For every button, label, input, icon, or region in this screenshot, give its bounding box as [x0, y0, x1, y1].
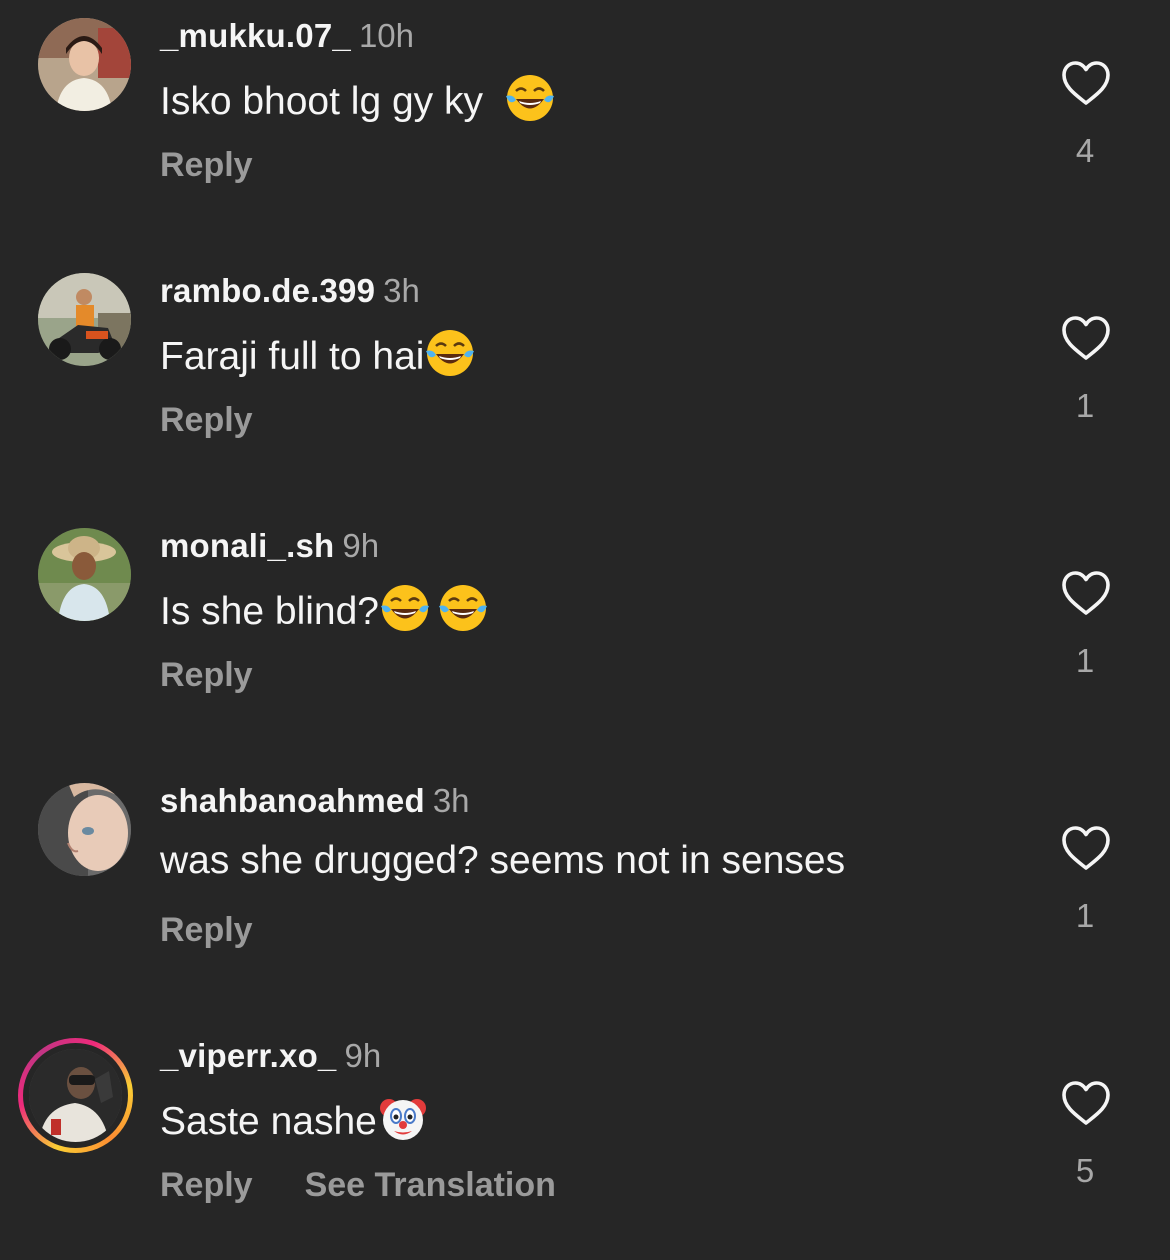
profile-photo: [38, 18, 131, 111]
timestamp: 3h: [432, 782, 470, 819]
comment-meta: _viperr.xo_ 9h: [160, 1036, 381, 1076]
comment-body: Faraji full to hai: [160, 335, 425, 378]
reply-button[interactable]: Reply: [160, 146, 253, 184]
heart-outline-icon[interactable]: [1058, 566, 1114, 622]
heart-outline-icon[interactable]: [1058, 56, 1114, 112]
comment-meta: shahbanoahmed 3h: [160, 781, 470, 821]
username[interactable]: _viperr.xo_: [160, 1037, 336, 1074]
comment-item: _viperr.xo_ 9h Saste nashe Reply See Trans…: [0, 1020, 1170, 1260]
profile-photo: [38, 528, 131, 621]
face-with-tears-of-joy-icon: [505, 75, 554, 121]
reply-button[interactable]: Reply: [160, 656, 253, 694]
face-with-tears-of-joy-icon: [380, 585, 429, 631]
comment-body: Is she blind?: [160, 590, 379, 633]
username[interactable]: shahbanoahmed: [160, 782, 425, 819]
face-with-tears-of-joy-icon: [438, 585, 487, 631]
comment-item: shahbanoahmed 3h was she drugged? seems n…: [0, 765, 1170, 1005]
avatar[interactable]: [38, 273, 131, 366]
comment-item: monali_.sh 9h Is she blind? Reply 1: [0, 510, 1170, 750]
like-count: 1: [1075, 897, 1095, 934]
comment-text: Is she blind?: [160, 582, 489, 636]
comment-actions: Reply: [160, 909, 301, 951]
username[interactable]: monali_.sh: [160, 527, 334, 564]
comment-actions: Reply: [160, 399, 301, 441]
avatar[interactable]: [38, 18, 131, 111]
like-count: 5: [1075, 1152, 1095, 1189]
like-count: 1: [1075, 642, 1095, 679]
comment-text: was she drugged? seems not in senses: [160, 837, 845, 885]
comment-meta: rambo.de.399 3h: [160, 271, 420, 311]
comment-body: was she drugged? seems not in senses: [160, 839, 846, 882]
comment-body: Saste nashe: [160, 1100, 377, 1143]
see-translation-button[interactable]: See Translation: [305, 1166, 556, 1204]
avatar-story-ring[interactable]: [18, 1038, 133, 1153]
username[interactable]: _mukku.07_: [160, 17, 351, 54]
comment-actions: Reply See Translation: [160, 1164, 604, 1206]
profile-photo: [29, 1049, 122, 1142]
timestamp: 10h: [358, 17, 415, 54]
comment-meta: _mukku.07_ 10h: [160, 16, 414, 56]
comment-text: Isko bhoot lg gy ky: [160, 72, 556, 126]
profile-photo: [38, 273, 131, 366]
heart-outline-icon[interactable]: [1058, 311, 1114, 367]
comment-text: Saste nashe: [160, 1092, 429, 1146]
heart-outline-icon[interactable]: [1058, 1076, 1114, 1132]
heart-outline-icon[interactable]: [1058, 821, 1114, 877]
comment-text: Faraji full to hai: [160, 327, 476, 381]
comment-item: rambo.de.399 3h Faraji full to hai Reply …: [0, 255, 1170, 495]
face-with-tears-of-joy-icon: [426, 330, 475, 376]
reply-button[interactable]: Reply: [160, 1166, 253, 1204]
like-count: 1: [1075, 387, 1095, 424]
avatar[interactable]: [38, 783, 131, 876]
username[interactable]: rambo.de.399: [160, 272, 375, 309]
comment-actions: Reply: [160, 654, 301, 696]
clown-face-icon: [379, 1099, 426, 1140]
comment-body: Isko bhoot lg gy ky: [160, 80, 484, 123]
comment-meta: monali_.sh 9h: [160, 526, 379, 566]
profile-photo: [38, 783, 131, 876]
reply-button[interactable]: Reply: [160, 401, 253, 439]
like-count: 4: [1075, 132, 1095, 169]
comment-actions: Reply: [160, 144, 301, 186]
timestamp: 9h: [342, 527, 380, 564]
timestamp: 3h: [383, 272, 420, 309]
timestamp: 9h: [344, 1037, 382, 1074]
comment-item: _mukku.07_ 10h Isko bhoot lg gy ky Reply …: [0, 0, 1170, 240]
reply-button[interactable]: Reply: [160, 911, 253, 949]
avatar[interactable]: [38, 528, 131, 621]
